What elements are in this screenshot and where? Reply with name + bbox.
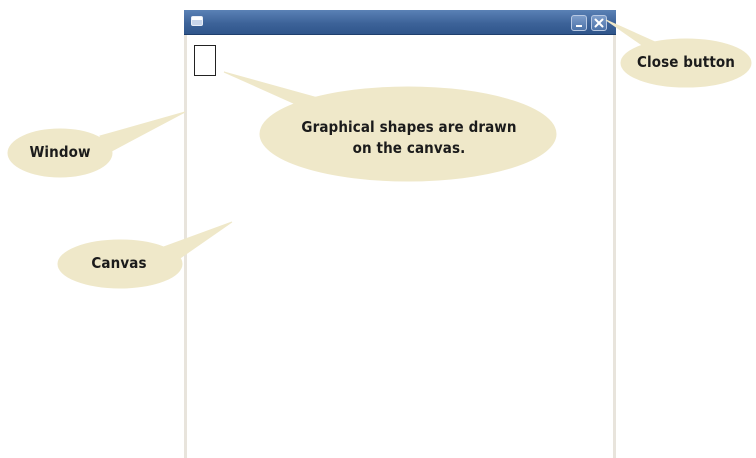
close-button-callout-label: Close button bbox=[637, 53, 735, 71]
shapes-callout-label: Graphical shapes are drawn on the canvas… bbox=[266, 117, 552, 159]
shapes-callout-line-1: Graphical shapes are drawn bbox=[301, 118, 517, 136]
canvas-callout-label: Canvas bbox=[91, 254, 147, 272]
window-callout-pointer bbox=[99, 111, 186, 155]
shapes-callout-line-2: on the canvas. bbox=[352, 139, 466, 157]
window-callout-label: Window bbox=[29, 143, 91, 161]
